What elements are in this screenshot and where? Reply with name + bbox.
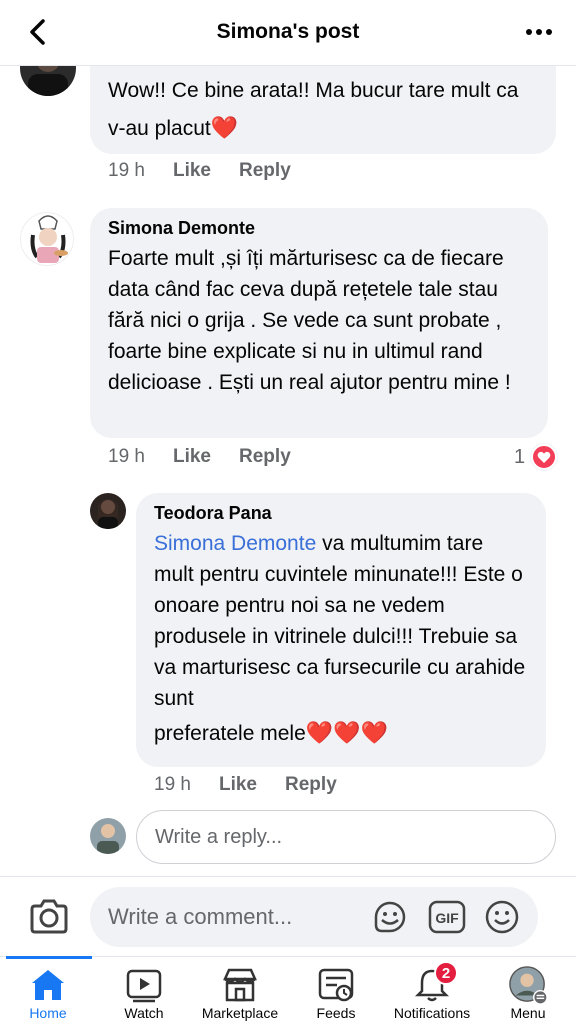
- tab-label: Marketplace: [201, 1005, 279, 1021]
- emoji-button[interactable]: [484, 899, 520, 935]
- sticker-button[interactable]: [372, 899, 408, 935]
- comment-actions: 19 h Like Reply: [108, 446, 319, 468]
- hearts-emoji: ❤️❤️❤️: [305, 720, 388, 745]
- comment-author[interactable]: Simona Demonte: [108, 218, 530, 239]
- heart-reaction-icon: [531, 444, 558, 470]
- simona-avatar[interactable]: [20, 212, 74, 266]
- tab-label: Menu: [510, 1005, 546, 1021]
- tab-menu[interactable]: Menu: [480, 957, 576, 1024]
- camera-icon: [30, 899, 68, 934]
- reply-button[interactable]: Reply: [285, 774, 337, 796]
- tab-watch[interactable]: Watch: [96, 957, 192, 1024]
- comment-bubble: Simona Demonte Foarte mult ,și îți mărtu…: [90, 208, 548, 438]
- svg-text:GIF: GIF: [435, 910, 459, 926]
- comments-feed: Wow!! Ce bine arata!! Ma bucur tare mult…: [0, 66, 576, 876]
- like-button[interactable]: Like: [173, 160, 211, 182]
- comment-bubble: Wow!! Ce bine arata!! Ma bucur tare mult…: [90, 66, 556, 154]
- reaction-count: 1: [514, 445, 526, 468]
- notification-badge: 2: [434, 961, 458, 985]
- tab-home[interactable]: Home: [0, 957, 96, 1024]
- reply-button[interactable]: Reply: [239, 160, 291, 182]
- page-title: Simona's post: [216, 20, 360, 43]
- gif-icon: GIF: [428, 900, 466, 934]
- more-dots-icon: [526, 29, 552, 35]
- feeds-icon: [316, 965, 356, 1005]
- comment-text: Foarte mult ,și îți mărturisesc ca de fi…: [108, 247, 511, 394]
- home-icon: [28, 965, 68, 1005]
- comment-time: 19 h: [108, 446, 145, 467]
- camera-button[interactable]: [28, 897, 70, 937]
- comment-time: 19 h: [108, 160, 145, 181]
- reply-placeholder: Write a reply...: [155, 825, 283, 848]
- reply-author[interactable]: Teodora Pana: [154, 503, 528, 524]
- comment-placeholder: Write a comment...: [108, 904, 293, 929]
- mention-link[interactable]: Simona Demonte: [154, 532, 316, 555]
- tab-marketplace[interactable]: Marketplace: [192, 957, 288, 1024]
- gif-button[interactable]: GIF: [428, 899, 466, 935]
- reply-input[interactable]: Write a reply...: [136, 810, 556, 864]
- comment-text: Wow!! Ce bine arata!! Ma bucur tare mult…: [108, 79, 519, 140]
- top-bar: Simona's post: [0, 0, 576, 66]
- comment-input[interactable]: Write a comment...: [90, 887, 538, 947]
- watch-icon: [124, 965, 164, 1005]
- like-button[interactable]: Like: [173, 446, 211, 468]
- teodora-avatar[interactable]: [90, 493, 126, 529]
- tab-label: Notifications: [393, 1005, 471, 1021]
- tab-label: Feeds: [316, 1005, 356, 1021]
- tab-feeds[interactable]: Feeds: [288, 957, 384, 1024]
- tab-label: Watch: [124, 1005, 164, 1021]
- bell-icon: 2: [412, 961, 458, 1005]
- menu-avatar-icon: [508, 965, 548, 1005]
- reply-text: Simona Demonte va multumim tare mult pen…: [154, 532, 526, 745]
- reply-button[interactable]: Reply: [239, 446, 291, 468]
- more-options-button[interactable]: [522, 18, 556, 46]
- reaction-summary[interactable]: 1: [514, 444, 558, 470]
- reply-actions: 19 h Like Reply: [154, 774, 365, 796]
- commenter-avatar[interactable]: [20, 66, 76, 96]
- emoji-icon: [485, 900, 519, 934]
- marketplace-icon: [220, 965, 260, 1005]
- like-button[interactable]: Like: [219, 774, 257, 796]
- current-user-avatar: [90, 818, 126, 854]
- reply-time: 19 h: [154, 774, 191, 795]
- back-button[interactable]: [22, 15, 52, 49]
- bottom-tab-bar: Home Watch Marketplace Feeds 2 Notificat…: [0, 956, 576, 1024]
- chevron-left-icon: [30, 19, 45, 45]
- comment-composer: Write a comment... GIF: [0, 876, 576, 956]
- tab-label: Home: [29, 1005, 67, 1021]
- heart-emoji: ❤️: [210, 115, 239, 140]
- reply-bubble: Teodora Pana Simona Demonte va multumim …: [136, 493, 546, 767]
- sticker-icon: [374, 901, 406, 933]
- tab-notifications[interactable]: 2 Notifications: [384, 957, 480, 1024]
- comment-actions: 19 h Like Reply: [108, 160, 319, 182]
